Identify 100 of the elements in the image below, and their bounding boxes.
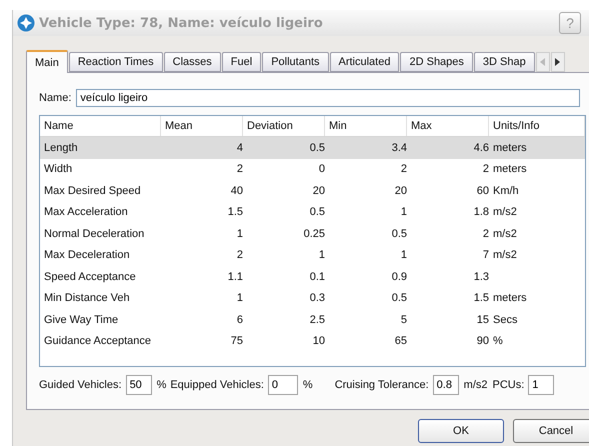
unit-label: %	[156, 379, 166, 391]
table-cell-text: 4	[236, 142, 243, 154]
table-cell-text: 2	[236, 249, 243, 262]
input-field[interactable]: 0	[268, 375, 298, 395]
table-cell-text: 20	[312, 184, 325, 197]
table-cell-text: 1.5	[226, 206, 243, 218]
table-cell-text: 0.25	[302, 228, 325, 240]
column-header[interactable]: Mean	[161, 116, 243, 136]
window-title: Vehicle Type: 78, Name: veículo ligeiro	[39, 16, 324, 30]
name-label: Name:	[39, 92, 72, 104]
table-cell-text: 0	[318, 163, 325, 176]
column-header[interactable]: Name	[40, 116, 161, 136]
tab[interactable]: 2D Shapes	[400, 52, 473, 72]
table-row[interactable]: Max Deceleration 2 1 1 7 m/s2	[40, 244, 585, 266]
table-cell-text: Guidance Acceptance	[43, 335, 152, 348]
table-cell-text: 0.5	[390, 292, 407, 304]
table-cell-text: 7	[482, 249, 489, 262]
table-cell-text: 20	[394, 184, 407, 197]
table-row[interactable]: Normal Deceleration 1 0.25 0.5 2 m/s2	[40, 223, 585, 244]
app-icon	[17, 14, 35, 32]
input-field[interactable]: 0.8	[432, 375, 459, 395]
input-field[interactable]: 50	[126, 375, 152, 395]
table-cell-text: Km/h	[492, 184, 520, 197]
caret-right-icon	[554, 58, 561, 66]
column-header[interactable]: Min	[325, 116, 407, 136]
table-cell-text: 60	[476, 184, 489, 197]
table-cell-text: 1	[318, 249, 325, 262]
caret-left-icon	[540, 58, 546, 66]
table-row[interactable]: Give Way Time 6 2.5 5 15 Secs	[40, 309, 585, 330]
table-cell-text: 1.3	[472, 270, 489, 283]
table-cell-text: 1	[400, 249, 407, 262]
tab[interactable]: Pollutants	[262, 52, 328, 72]
table-cell-text: 75	[230, 335, 243, 348]
table-cell-text: 40	[230, 184, 243, 197]
table-row[interactable]: Width 2 0 2 2 meters	[40, 158, 585, 180]
table-cell-text: Speed Acceptance	[43, 270, 137, 283]
table-cell-text: Min Distance Veh	[43, 292, 131, 304]
column-header[interactable]: Max	[407, 116, 489, 136]
tab[interactable]: Articulated	[330, 52, 400, 72]
table-cell-text: 2	[400, 163, 407, 176]
tab[interactable]: Main	[26, 50, 68, 73]
tab[interactable]: Fuel	[222, 52, 262, 72]
table-cell-text: 6	[236, 314, 243, 326]
table-cell-text: 65	[394, 335, 407, 348]
table-row[interactable]: Max Desired Speed 40 20 20 60 Km/h	[40, 180, 585, 202]
name-field[interactable]: veículo ligeiro	[76, 89, 580, 107]
table-cell-text: 1	[236, 228, 243, 240]
table-cell-text: 2	[482, 163, 489, 176]
table-cell-text: Max Deceleration	[43, 249, 131, 262]
field-label: PCUs:	[492, 379, 524, 391]
table-cell-text: 1	[236, 292, 243, 304]
tab[interactable]: Classes	[164, 52, 221, 72]
field-label: Equipped Vehicles:	[170, 379, 264, 391]
table-cell-text: 0.1	[308, 270, 325, 283]
table-cell-text: 4.6	[472, 142, 489, 154]
table-row[interactable]: Guidance Acceptance 75 10 65 90 %	[40, 330, 585, 352]
table-cell-text: 2	[482, 228, 489, 240]
table-cell-text: Give Way Time	[43, 314, 120, 326]
cancel-button[interactable]: Cancel	[513, 419, 589, 443]
table-cell-text: 0.5	[308, 142, 325, 154]
table-cell-text: 0.9	[390, 270, 407, 283]
table-row[interactable]: Speed Acceptance 1.1 0.1 0.9 1.3	[40, 266, 585, 288]
ok-button[interactable]: OK	[418, 419, 504, 443]
table-cell-text: 2	[236, 163, 243, 176]
table-cell-text: 1	[400, 206, 407, 218]
tab[interactable]: 3D Shap	[474, 52, 535, 72]
table-cell-text: 5	[400, 314, 407, 326]
table-cell-text: Width	[43, 163, 74, 176]
table-cell-text: %	[492, 335, 504, 348]
table-cell-text: 3.4	[390, 142, 407, 154]
table-cell-text: m/s2	[492, 249, 518, 262]
tab[interactable]: Reaction Times	[68, 52, 163, 72]
table-row[interactable]: Max Acceleration 1.5 0.5 1 1.8 m/s2	[40, 202, 585, 223]
table-cell-text: 0.3	[308, 292, 325, 304]
table-row[interactable]: Length 4 0.5 3.4 4.6 meters	[40, 137, 585, 158]
table-cell-text: Length	[43, 142, 79, 154]
column-header[interactable]: Deviation	[243, 116, 325, 136]
input-field[interactable]: 1	[528, 375, 554, 395]
table-row[interactable]: Min Distance Veh 1 0.3 0.5 1.5 meters	[40, 288, 585, 309]
field-label: Guided Vehicles:	[39, 379, 122, 391]
table-cell-text: 1.8	[472, 206, 489, 218]
table-cell-text: 1.1	[226, 270, 243, 283]
table-cell-text: 1.5	[472, 292, 489, 304]
table-cell-text: meters	[492, 163, 528, 176]
table-cell-text: meters	[492, 292, 528, 304]
table-cell-text: 10	[312, 335, 325, 348]
field-label: Cruising Tolerance:	[334, 379, 429, 391]
table-cell-text: Max Desired Speed	[43, 184, 142, 197]
table-cell-text: Secs	[492, 314, 518, 326]
column-header[interactable]: Units/Info	[489, 116, 585, 136]
table-cell-text: Normal Deceleration	[43, 228, 146, 240]
unit-label: m/s2	[464, 379, 488, 391]
table-cell-text: 0.5	[308, 206, 325, 218]
table-cell-text: 15	[476, 314, 489, 326]
scroll-right-button[interactable]	[550, 52, 565, 72]
table-cell-text: Max Acceleration	[43, 206, 129, 218]
table-cell-text: m/s2	[492, 206, 518, 218]
table-cell-text: 2.5	[308, 314, 325, 326]
table-cell-text: 0.5	[390, 228, 407, 240]
unit-label: %	[302, 379, 313, 391]
